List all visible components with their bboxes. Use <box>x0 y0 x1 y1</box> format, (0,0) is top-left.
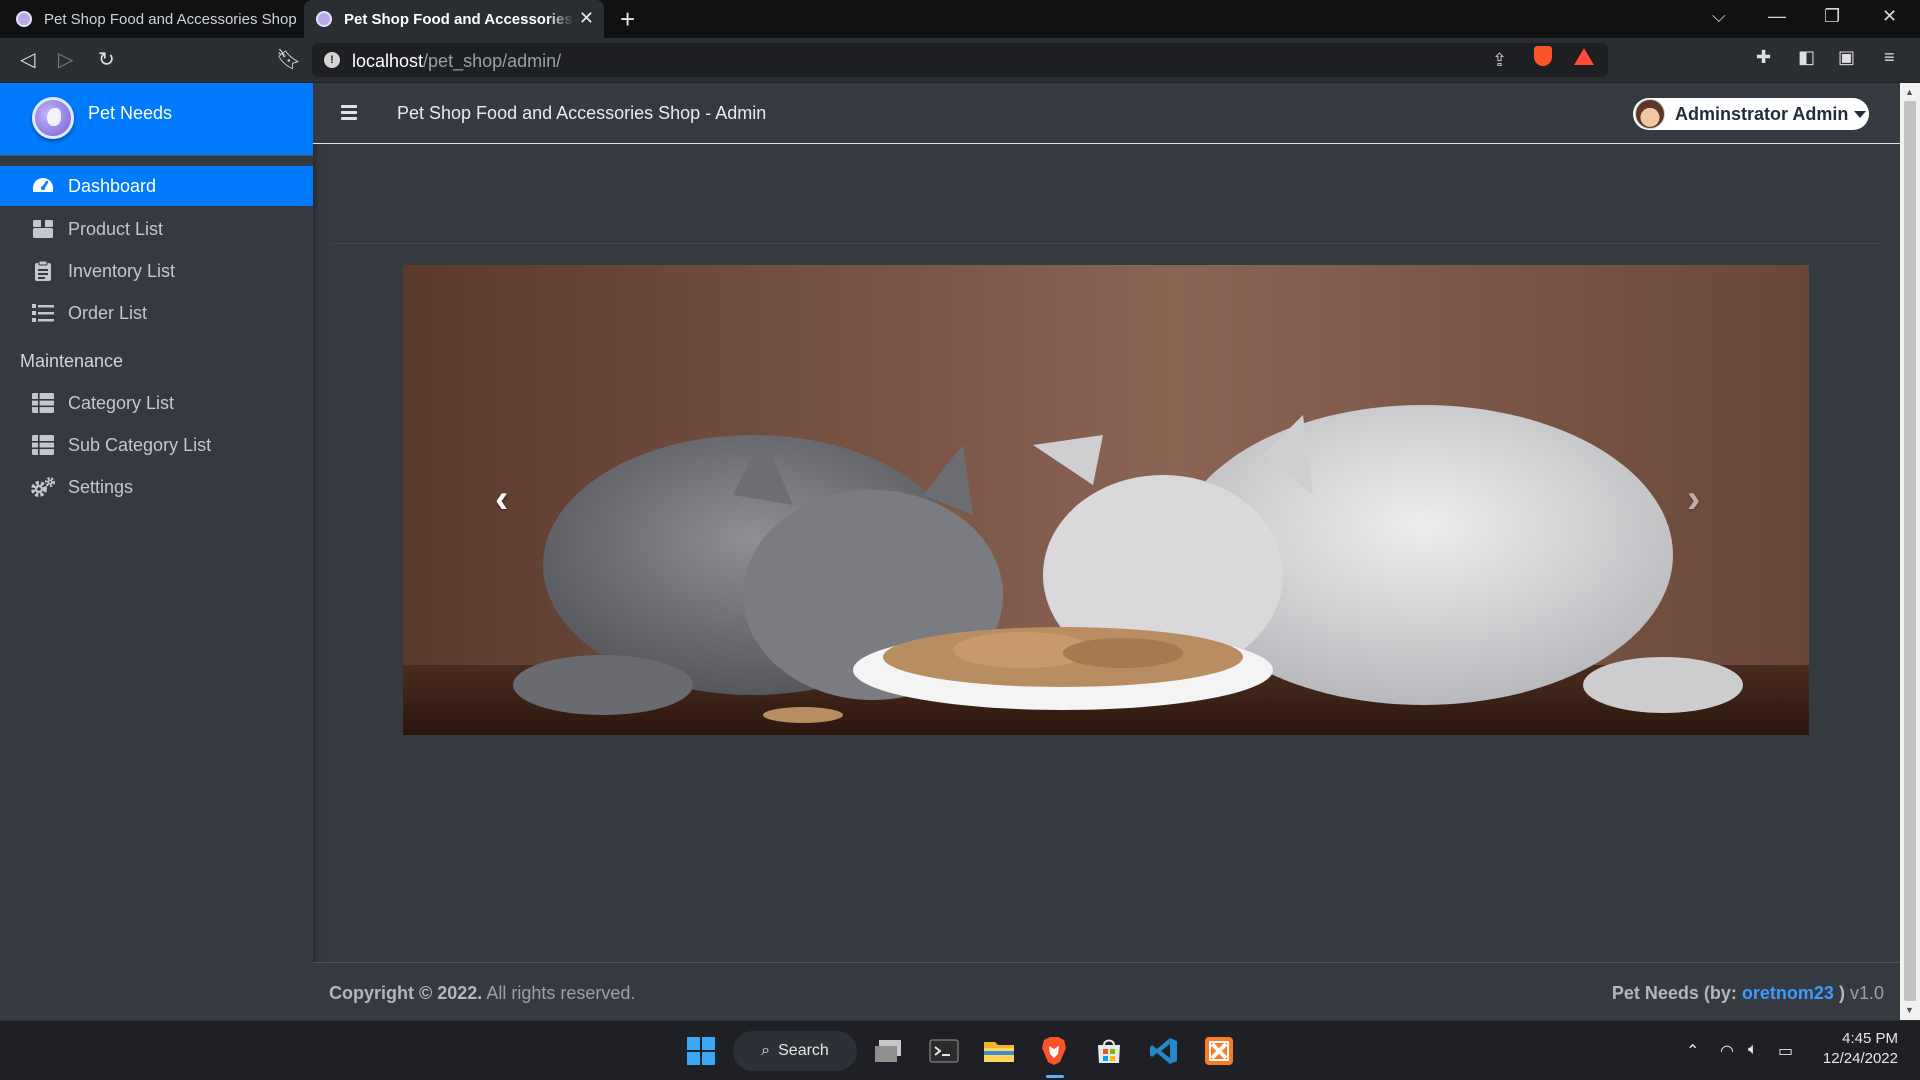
minimize-button[interactable]: — <box>1768 6 1786 27</box>
browser-tab-bar: Pet Shop Food and Accessories Shop Pet S… <box>0 0 1920 38</box>
bookmark-icon[interactable]: 🔖︎ <box>276 47 301 72</box>
admin-page: Pet Needs Dashboard Product List Invento… <box>0 83 1900 1020</box>
hamburger-menu-icon[interactable] <box>341 105 357 123</box>
search-icon: ⌕ <box>761 1042 771 1059</box>
user-dropdown[interactable]: Adminstrator Admin <box>1633 98 1869 130</box>
carousel-image-kittens <box>403 265 1809 735</box>
wifi-icon[interactable]: ◠ <box>1720 1041 1734 1061</box>
share-icon[interactable]: ⇪ <box>1492 50 1507 71</box>
terminal-icon[interactable] <box>926 1033 962 1069</box>
start-button[interactable] <box>683 1033 719 1069</box>
table-icon <box>30 434 56 456</box>
sidebar: Pet Needs Dashboard Product List Invento… <box>0 83 313 1020</box>
clock-date: 12/24/2022 <box>1822 1050 1898 1067</box>
brave-rewards-icon[interactable] <box>1574 48 1594 65</box>
sidebar-item-order-list[interactable]: Order List <box>0 292 313 334</box>
main-header: Pet Shop Food and Accessories Shop - Adm… <box>313 83 1900 144</box>
battery-icon[interactable]: ▭ <box>1778 1041 1793 1061</box>
wallet-icon[interactable]: ▣ <box>1838 47 1855 68</box>
caret-down-icon <box>1854 110 1867 118</box>
scrollbar-thumb[interactable] <box>1904 101 1916 1001</box>
maximize-button[interactable]: ❐ <box>1824 6 1840 27</box>
copyright-text: Copyright © 2022. All rights reserved. <box>329 983 636 1003</box>
site-info-icon[interactable]: ! <box>324 52 340 68</box>
sidebar-item-category-list[interactable]: Category List <box>0 382 313 424</box>
xampp-icon[interactable] <box>1201 1033 1237 1069</box>
avatar <box>1635 99 1665 129</box>
cogs-icon <box>30 476 56 498</box>
sidebar-toggle-icon[interactable]: ◧ <box>1798 47 1815 68</box>
volume-icon[interactable]: 🔈︎ <box>1748 1041 1758 1059</box>
tab-title: Pet Shop Food and Accessories Shop <box>44 10 296 28</box>
carousel-next-button[interactable]: › <box>1687 477 1700 522</box>
browser-tab-active[interactable]: Pet Shop Food and Accessories Shop ✕ <box>304 0 604 38</box>
author-link[interactable]: oretnom23 <box>1742 983 1834 1003</box>
close-window-button[interactable]: ✕ <box>1882 6 1897 27</box>
site-favicon-icon <box>316 11 332 27</box>
tab-search-chevron-icon[interactable]: ⌵ <box>1712 6 1726 27</box>
brave-browser-icon[interactable] <box>1036 1033 1072 1069</box>
sidebar-item-label: Sub Category List <box>68 434 212 455</box>
vscode-icon[interactable] <box>1146 1033 1182 1069</box>
footer-credit: Pet Needs (by: oretnom23 ) v1.0 <box>1611 983 1884 1003</box>
site-favicon-icon <box>16 11 32 27</box>
back-button[interactable]: ◁ <box>20 47 35 72</box>
url-text[interactable]: localhost/pet_shop/admin/ <box>352 51 561 72</box>
sidebar-item-label: Inventory List <box>68 260 176 281</box>
sidebar-item-label: Dashboard <box>68 175 157 196</box>
file-explorer-icon[interactable] <box>981 1033 1017 1069</box>
list-icon <box>30 302 56 324</box>
sidebar-nav: Dashboard Product List Inventory List Or… <box>0 156 313 508</box>
dashboard-icon <box>30 175 56 197</box>
brand-logo <box>32 97 74 139</box>
clipboard-list-icon <box>30 260 56 282</box>
browser-toolbar: ◁ ▷ ↻ 🔖︎ ! localhost/pet_shop/admin/ ⇪ ✚… <box>0 38 1920 82</box>
windows-logo-icon <box>687 1037 715 1065</box>
page-scrollbar[interactable]: ▲ ▼ <box>1900 83 1920 1020</box>
taskbar-search-button[interactable]: ⌕ Search <box>733 1031 857 1071</box>
brand-name: Pet Needs <box>88 103 173 123</box>
system-clock[interactable]: 4:45 PM 12/24/2022 <box>1818 1029 1898 1069</box>
sidebar-item-label: Product List <box>68 218 164 239</box>
sidebar-item-sub-category-list[interactable]: Sub Category List <box>0 424 313 466</box>
clock-time: 4:45 PM <box>1842 1030 1898 1047</box>
browser-tab[interactable]: Pet Shop Food and Accessories Shop <box>16 0 296 38</box>
show-hidden-icons-chevron-icon[interactable]: ⌃ <box>1686 1041 1699 1061</box>
page-title: Pet Shop Food and Accessories Shop - Adm… <box>397 103 767 123</box>
user-name: Adminstrator Admin <box>1675 103 1849 124</box>
scroll-up-arrow-icon[interactable]: ▲ <box>1905 87 1914 97</box>
carousel-prev-button[interactable]: ‹ <box>495 477 508 522</box>
sidebar-item-label: Order List <box>68 302 148 323</box>
windows-taskbar: ⌕ Search ⌃ ◠ 🔈︎ ▭ 4:45 PM 12/24/2022 <box>0 1020 1920 1080</box>
reload-button[interactable]: ↻ <box>98 47 115 72</box>
content-divider <box>330 243 1880 244</box>
extensions-icon[interactable]: ✚ <box>1756 47 1771 68</box>
sidebar-item-inventory-list[interactable]: Inventory List <box>0 250 313 292</box>
scroll-down-arrow-icon[interactable]: ▼ <box>1905 1005 1914 1015</box>
brave-shield-icon[interactable] <box>1534 46 1552 66</box>
tab-title: Pet Shop Food and Accessories Shop <box>344 10 574 28</box>
microsoft-store-icon[interactable] <box>1091 1033 1127 1069</box>
menu-icon[interactable]: ≡ <box>1884 47 1895 68</box>
footer: Copyright © 2022. All rights reserved. P… <box>313 962 1900 1020</box>
sidebar-item-label: Category List <box>68 392 175 413</box>
new-tab-button[interactable]: + <box>620 4 635 35</box>
sidebar-item-settings[interactable]: Settings <box>0 466 313 508</box>
close-tab-icon[interactable]: ✕ <box>579 8 594 29</box>
address-bar[interactable]: ! localhost/pet_shop/admin/ ⇪ <box>312 43 1608 77</box>
active-app-indicator <box>1046 1075 1064 1078</box>
box-icon <box>30 218 56 240</box>
taskbar-search-label: Search <box>778 1042 829 1059</box>
image-carousel: ‹ › <box>403 265 1809 735</box>
sidebar-section-header: Maintenance <box>20 350 124 371</box>
brand-link[interactable]: Pet Needs <box>0 83 313 156</box>
forward-button[interactable]: ▷ <box>58 47 73 72</box>
table-icon <box>30 392 56 414</box>
sidebar-item-product-list[interactable]: Product List <box>0 208 313 250</box>
version-text: v1.0 <box>1849 983 1884 1003</box>
sidebar-item-label: Settings <box>68 476 134 497</box>
sidebar-item-dashboard[interactable]: Dashboard <box>0 166 313 206</box>
task-view-icon[interactable] <box>872 1033 908 1069</box>
